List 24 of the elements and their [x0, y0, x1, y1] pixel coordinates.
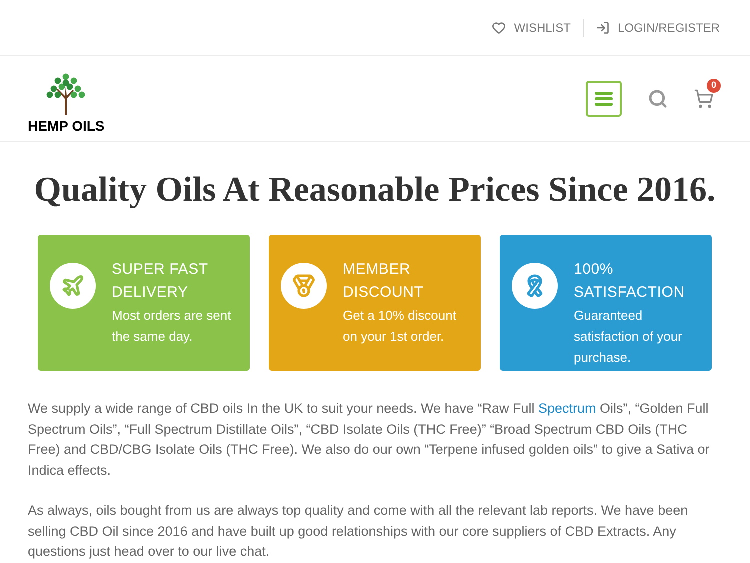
logo[interactable]: HEMP OILS	[28, 66, 105, 132]
feature-title: SUPER FAST DELIVERY	[112, 260, 210, 303]
ribbon-icon	[512, 263, 558, 309]
heart-icon	[492, 20, 506, 34]
search-icon[interactable]	[648, 88, 668, 108]
login-icon	[596, 20, 610, 34]
top-bar-link[interactable]: LOGIN/REGISTER	[594, 18, 722, 36]
plane-icon	[50, 263, 96, 309]
menu-icon	[595, 92, 613, 106]
body-paragraph: As always, oils bought from us are always top quality and come with all the relevant lab reports. We have been selling CBD Oil since 2016 and have built up good relationships with our core suppliers of CBD Extracts. Any questions just head over to our live chat.	[28, 502, 690, 561]
page-heading: Quality Oils At Reasonable Prices Since 2016.	[33, 169, 717, 211]
body-paragraph: We supply a wide range of CBD oils In the UK to suit your needs. We have “Raw Full Spectrum Oils”, “Golden Full Spectrum Oils”, “Full Spectrum Distillate Oils”, “CBD Isolate Oils (THC Free)” “Broad Spectrum CBD Oils (THC Free) and CBD/CBG Isolate Oils (THC Free). We also do our own “Terpene infused golden oils” to give a Sativa or Indica effects.	[28, 400, 711, 480]
feature-text: Get a 10% discount on your 1st order.	[343, 307, 458, 346]
logo-text: HEMP OILS	[28, 118, 105, 132]
spectrum-link[interactable]: Spectrum	[538, 401, 596, 416]
cart-count-badge: 0	[707, 78, 721, 92]
medal-icon	[281, 263, 327, 309]
feature-text: Most orders are sent the same day.	[112, 307, 232, 346]
feature-title: 100% SATISFACTION	[574, 260, 686, 303]
top-bar-link[interactable]: WISHLIST	[490, 18, 573, 36]
feature-text: Guaranteed satisfaction of your purchase.	[574, 307, 684, 367]
feature-title: MEMBER DISCOUNT	[343, 260, 425, 303]
cart-icon[interactable]	[694, 88, 714, 108]
menu-button[interactable]	[586, 80, 622, 116]
